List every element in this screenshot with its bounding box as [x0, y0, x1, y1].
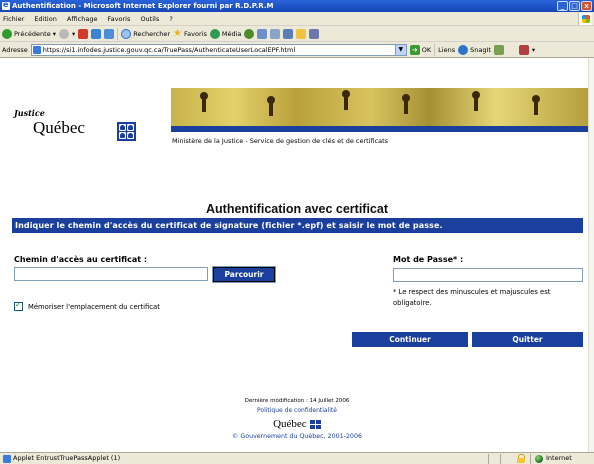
menu-fichier[interactable]: Fichier: [3, 15, 24, 23]
continue-button[interactable]: Continuer: [352, 332, 468, 347]
print-icon[interactable]: [270, 28, 281, 39]
window-controls: _ □ x: [557, 1, 592, 11]
instruction-banner: Indiquer le chemin d'accès du certificat…: [12, 218, 583, 233]
window-titlebar[interactable]: Authentification - Microsoft Internet Ex…: [0, 0, 594, 12]
star-icon: ★: [173, 28, 183, 39]
privacy-link[interactable]: Politique de confidentialité: [0, 407, 594, 414]
media-label: Média: [221, 29, 242, 38]
menu-favoris[interactable]: Favoris: [108, 15, 131, 23]
search-label: Rechercher: [133, 29, 171, 38]
page-icon: [32, 45, 41, 54]
go-arrow-icon: ➔: [409, 44, 420, 55]
address-url: https://si1.infodes.justice.gouv.qc.ca/T…: [42, 45, 296, 54]
search-icon: [121, 28, 132, 39]
edit-icon[interactable]: [283, 28, 294, 39]
remember-cert-checkbox[interactable]: [14, 300, 23, 311]
menu-outils[interactable]: Outils: [140, 15, 159, 23]
ministry-subtitle: Ministère de la Justice - Service de ges…: [172, 137, 389, 145]
home-icon[interactable]: [104, 28, 115, 39]
toolbar-separator: [117, 27, 119, 40]
refresh-icon[interactable]: [91, 28, 102, 39]
menu-help[interactable]: ?: [169, 15, 172, 23]
vertical-scrollbar[interactable]: [588, 58, 594, 452]
browse-button[interactable]: Parcourir: [212, 266, 276, 283]
back-arrow-icon: [2, 28, 12, 39]
menu-bar: Fichier Edition Affichage Favoris Outils…: [0, 12, 594, 26]
history-icon[interactable]: [244, 28, 255, 39]
media-button[interactable]: Média: [209, 28, 242, 39]
page-content: Justice Québec Ministère de la Justice -…: [0, 58, 594, 452]
chevron-down-icon: ▾: [52, 29, 56, 38]
messenger-icon[interactable]: [309, 28, 320, 39]
back-button[interactable]: Précédente ▾: [2, 28, 56, 39]
status-text: Applet EntrustTruePassApplet (1): [13, 454, 121, 462]
fleurdelise-icon: [309, 419, 321, 429]
page-title: Authentification avec certificat: [206, 202, 388, 216]
toolbar-separator: [434, 43, 436, 56]
menu-edition[interactable]: Edition: [34, 15, 57, 23]
logo-justice: Justice: [14, 108, 45, 118]
links-button[interactable]: Liens: [438, 46, 455, 54]
favorites-label: Favoris: [184, 29, 207, 38]
address-bar: Adresse https://si1.infodes.justice.gouv…: [0, 42, 594, 58]
footer-quebec-text: Québec: [273, 418, 307, 430]
back-label: Précédente: [14, 29, 51, 38]
forward-arrow-icon[interactable]: [58, 28, 69, 39]
address-label: Adresse: [2, 45, 28, 54]
snagit-button[interactable]: SnagIt: [458, 44, 491, 55]
address-input[interactable]: https://si1.infodes.justice.gouv.qc.ca/T…: [30, 43, 407, 56]
remember-cert-label: Mémoriser l'emplacement du certificat: [28, 302, 160, 311]
go-label: OK: [421, 45, 432, 54]
remember-cert-row: Mémoriser l'emplacement du certificat: [14, 300, 160, 311]
extension-icon[interactable]: [518, 44, 529, 55]
footer-logo: Québec: [0, 418, 594, 430]
chevron-down-icon[interactable]: ▼: [394, 44, 406, 55]
menu-affichage[interactable]: Affichage: [67, 15, 98, 23]
chevron-down-icon[interactable]: ▾: [532, 46, 535, 54]
status-segment: [488, 453, 500, 464]
snagit-label: SnagIt: [470, 45, 491, 54]
snagit-icon: [458, 44, 469, 55]
password-note: * Le respect des minuscules et majuscule…: [393, 288, 551, 307]
ie-icon: [2, 0, 10, 11]
globe-icon: [535, 454, 543, 463]
minimize-button[interactable]: _: [557, 1, 568, 11]
zone-label: Internet: [546, 454, 572, 462]
favorites-button[interactable]: ★ Favoris: [173, 28, 207, 39]
cert-path-input[interactable]: [14, 267, 208, 281]
header-bar: [171, 126, 588, 132]
security-zone[interactable]: Internet: [530, 453, 594, 464]
password-input[interactable]: [393, 268, 583, 282]
browser-toolbar: Précédente ▾ ▾ Rechercher ★ Favoris Médi…: [0, 26, 594, 42]
search-button[interactable]: Rechercher: [121, 28, 171, 39]
status-segment: [500, 453, 512, 464]
window-title: Authentification - Microsoft Internet Ex…: [12, 2, 274, 10]
logo-quebec: Québec: [33, 118, 85, 137]
quit-button[interactable]: Quitter: [472, 332, 583, 347]
windows-logo-icon: [578, 13, 592, 25]
banner-keyholes-image: [171, 88, 588, 126]
mail-icon[interactable]: [257, 28, 268, 39]
password-label: Mot de Passe* :: [393, 255, 464, 264]
go-button[interactable]: ➔ OK: [409, 44, 432, 55]
folder-icon[interactable]: [296, 28, 307, 39]
last-modified-text: Dernière modification : 14 Juillet 2006: [244, 398, 350, 404]
cert-path-label: Chemin d'accès au certificat :: [14, 255, 148, 264]
lock-icon[interactable]: [517, 454, 525, 463]
status-bar: Applet EntrustTruePassApplet (1) Interne…: [0, 452, 594, 464]
chevron-down-icon[interactable]: ▾: [72, 30, 75, 38]
copyright-link[interactable]: © Gouvernement du Québec, 2001-2006: [0, 433, 594, 440]
capture-icon[interactable]: [493, 44, 504, 55]
applet-icon: [3, 454, 11, 463]
stop-icon[interactable]: [78, 28, 89, 39]
close-button[interactable]: x: [581, 1, 592, 11]
maximize-button[interactable]: □: [569, 1, 580, 11]
media-icon: [209, 28, 220, 39]
fleurdelise-icon: [117, 122, 136, 141]
